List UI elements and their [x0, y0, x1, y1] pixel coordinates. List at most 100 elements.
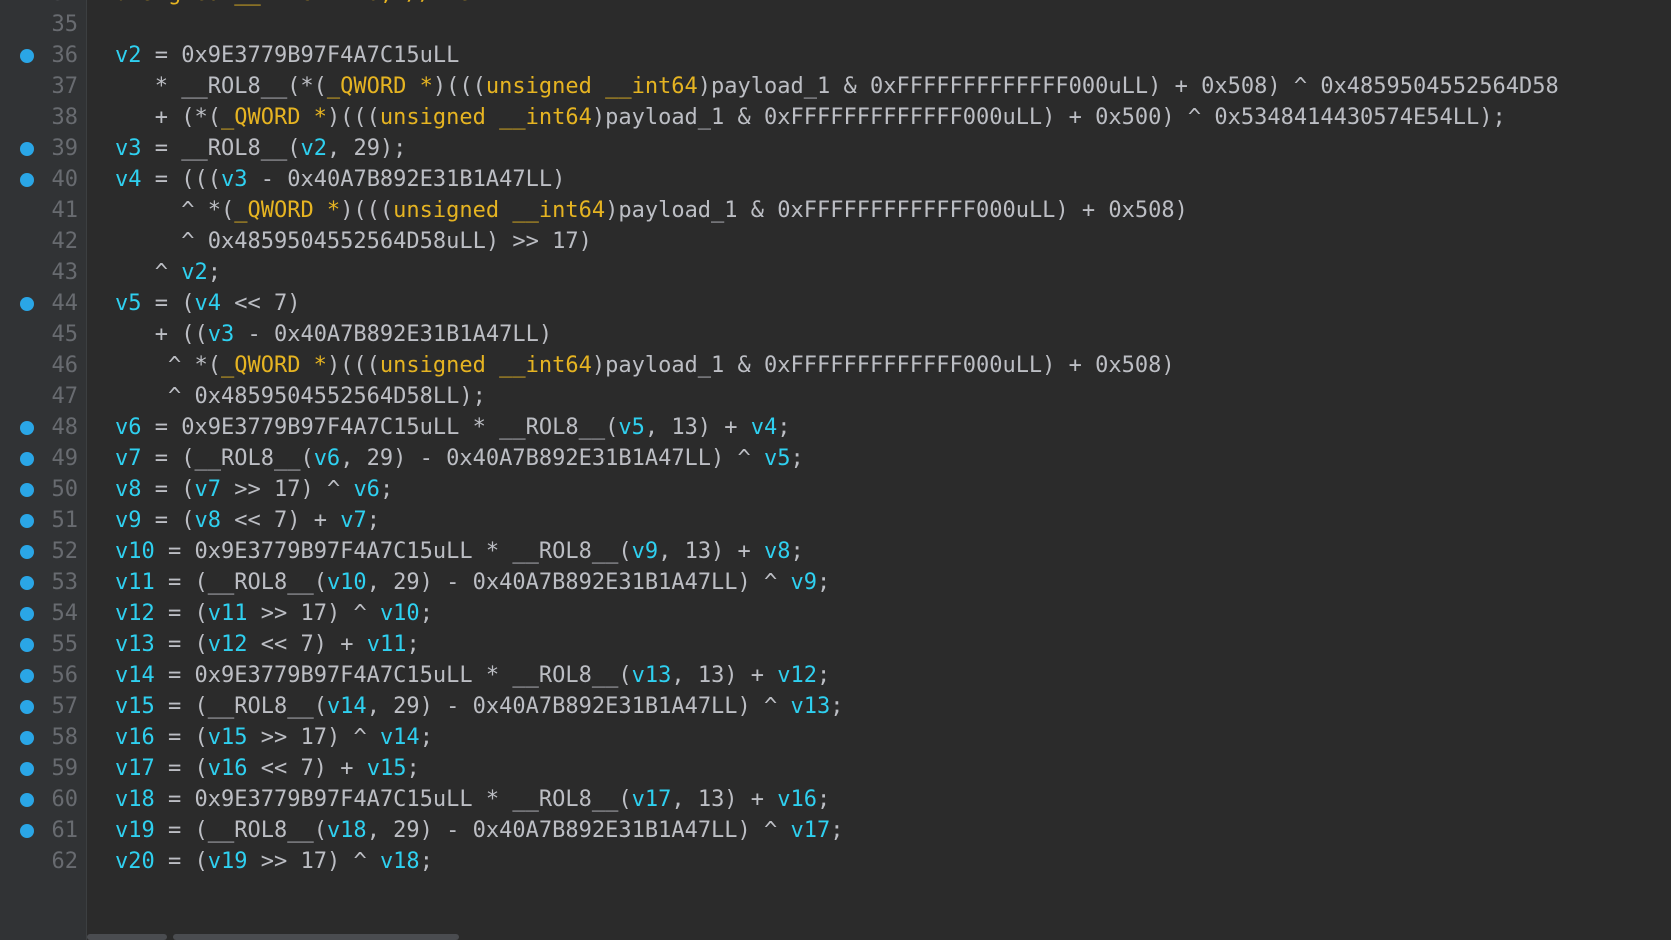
- breakpoint-icon[interactable]: [20, 514, 34, 528]
- line-number: 52: [51, 539, 79, 564]
- gutter-row[interactable]: 40: [0, 163, 86, 196]
- code-line-text: v14 = 0x9E3779B97F4A7C15uLL * __ROL8__(v…: [115, 659, 830, 692]
- scrollbar-thumb[interactable]: [87, 934, 167, 940]
- gutter-row[interactable]: 47: [0, 380, 86, 413]
- breakpoint-icon[interactable]: [20, 576, 34, 590]
- gutter-row[interactable]: 50: [0, 473, 86, 506]
- gutter-row[interactable]: 46: [0, 349, 86, 382]
- type-token: unsigned __int64: [485, 74, 698, 99]
- breakpoint-icon[interactable]: [20, 49, 34, 63]
- breakpoint-icon[interactable]: [20, 824, 34, 838]
- variable-token: v9: [115, 508, 142, 533]
- breakpoint-icon[interactable]: [20, 731, 34, 745]
- breakpoint-icon[interactable]: [20, 173, 34, 187]
- gutter-row[interactable]: 58: [0, 721, 86, 754]
- breakpoint-icon[interactable]: [20, 669, 34, 683]
- variable-token: v11: [207, 601, 248, 626]
- code-token: ;: [406, 756, 420, 781]
- code-line[interactable]: v15 = (__ROL8__(v14, 29) - 0x40A7B892E31…: [87, 690, 1671, 723]
- gutter-row[interactable]: 52: [0, 535, 86, 568]
- code-line[interactable]: v7 = (__ROL8__(v6, 29) - 0x40A7B892E31B1…: [87, 442, 1671, 475]
- breakpoint-icon[interactable]: [20, 607, 34, 621]
- code-area[interactable]: unsigned __int64 v20; // r9 v2 = 0x9E3779…: [87, 0, 1671, 940]
- code-line[interactable]: v17 = (v16 << 7) + v15;: [87, 752, 1671, 785]
- code-line[interactable]: v20 = (v19 >> 17) ^ v18;: [87, 845, 1671, 878]
- scrollbar-thumb[interactable]: [173, 934, 459, 940]
- gutter-row[interactable]: 39: [0, 132, 86, 165]
- gutter-row[interactable]: 49: [0, 442, 86, 475]
- code-line[interactable]: ^ 0x4859504552564D58LL);: [87, 380, 1671, 413]
- code-line[interactable]: v16 = (v15 >> 17) ^ v14;: [87, 721, 1671, 754]
- code-token: , 29) - 0x40A7B892E31B1A47LL) ^: [366, 818, 791, 843]
- code-line[interactable]: * __ROL8__(*(_QWORD *)(((unsigned __int6…: [87, 70, 1671, 103]
- gutter-row[interactable]: 42: [0, 225, 86, 258]
- code-line[interactable]: ^ *(_QWORD *)(((unsigned __int64)payload…: [87, 194, 1671, 227]
- code-line[interactable]: v14 = 0x9E3779B97F4A7C15uLL * __ROL8__(v…: [87, 659, 1671, 692]
- breakpoint-icon[interactable]: [20, 483, 34, 497]
- line-number: 49: [51, 446, 79, 471]
- gutter-row[interactable]: 62: [0, 845, 86, 878]
- gutter-row[interactable]: 41: [0, 194, 86, 227]
- code-line[interactable]: v6 = 0x9E3779B97F4A7C15uLL * __ROL8__(v5…: [87, 411, 1671, 444]
- variable-token: v10: [115, 539, 155, 564]
- code-line[interactable]: + (*(_QWORD *)(((unsigned __int64)payloa…: [87, 101, 1671, 134]
- code-line[interactable]: + ((v3 - 0x40A7B892E31B1A47LL): [87, 318, 1671, 351]
- gutter-row[interactable]: 55: [0, 628, 86, 661]
- gutter-row[interactable]: 44: [0, 287, 86, 320]
- gutter-row[interactable]: 61: [0, 814, 86, 847]
- code-token: << 7) +: [247, 756, 367, 781]
- gutter-row[interactable]: 43: [0, 256, 86, 289]
- code-line[interactable]: ^ v2;: [87, 256, 1671, 289]
- breakpoint-icon[interactable]: [20, 638, 34, 652]
- code-line[interactable]: v4 = (((v3 - 0x40A7B892E31B1A47LL): [87, 163, 1671, 196]
- code-line[interactable]: v3 = __ROL8__(v2, 29);: [87, 132, 1671, 165]
- breakpoint-icon[interactable]: [20, 421, 34, 435]
- gutter-row[interactable]: 35: [0, 8, 86, 41]
- code-editor[interactable]: 3435363738394041424344454647484950515253…: [0, 0, 1671, 940]
- variable-token: v17: [115, 756, 155, 781]
- code-line[interactable]: v2 = 0x9E3779B97F4A7C15uLL: [87, 39, 1671, 72]
- gutter-row[interactable]: 45: [0, 318, 86, 351]
- code-line[interactable]: v10 = 0x9E3779B97F4A7C15uLL * __ROL8__(v…: [87, 535, 1671, 568]
- code-line[interactable]: [87, 8, 1671, 41]
- gutter-row[interactable]: 36: [0, 39, 86, 72]
- breakpoint-icon[interactable]: [20, 762, 34, 776]
- code-line[interactable]: v19 = (__ROL8__(v18, 29) - 0x40A7B892E31…: [87, 814, 1671, 847]
- code-token: , 13) +: [644, 415, 751, 440]
- code-token: = 0x9E3779B97F4A7C15uLL * __ROL8__(: [141, 415, 619, 440]
- code-line[interactable]: v8 = (v7 >> 17) ^ v6;: [87, 473, 1671, 506]
- breakpoint-icon[interactable]: [20, 793, 34, 807]
- breakpoint-icon[interactable]: [20, 545, 34, 559]
- code-token: = (: [154, 849, 208, 874]
- breakpoint-icon[interactable]: [20, 142, 34, 156]
- type-token: unsigned __int64: [393, 198, 606, 223]
- code-line[interactable]: ^ 0x4859504552564D58uLL) >> 17): [87, 225, 1671, 258]
- variable-token: v3: [115, 136, 142, 161]
- breakpoint-icon[interactable]: [20, 452, 34, 466]
- gutter-row[interactable]: 56: [0, 659, 86, 692]
- gutter-row[interactable]: 38: [0, 101, 86, 134]
- code-line[interactable]: v12 = (v11 >> 17) ^ v10;: [87, 597, 1671, 630]
- variable-token: v2: [181, 260, 208, 285]
- line-number: 53: [51, 570, 79, 595]
- gutter-row[interactable]: 37: [0, 70, 86, 103]
- code-line[interactable]: ^ *(_QWORD *)(((unsigned __int64)payload…: [87, 349, 1671, 382]
- code-line[interactable]: v9 = (v8 << 7) + v7;: [87, 504, 1671, 537]
- line-number-gutter[interactable]: 3435363738394041424344454647484950515253…: [0, 0, 87, 940]
- breakpoint-icon[interactable]: [20, 700, 34, 714]
- gutter-row[interactable]: 60: [0, 783, 86, 816]
- code-line[interactable]: v13 = (v12 << 7) + v11;: [87, 628, 1671, 661]
- code-token: ^ *(: [115, 198, 235, 223]
- code-line[interactable]: v5 = (v4 << 7): [87, 287, 1671, 320]
- gutter-row[interactable]: 57: [0, 690, 86, 723]
- gutter-row[interactable]: 59: [0, 752, 86, 785]
- gutter-row[interactable]: 48: [0, 411, 86, 444]
- horizontal-scrollbar[interactable]: [87, 932, 1671, 940]
- breakpoint-icon[interactable]: [20, 297, 34, 311]
- gutter-row[interactable]: 51: [0, 504, 86, 537]
- code-token: , 29) - 0x40A7B892E31B1A47LL) ^: [366, 694, 791, 719]
- code-line[interactable]: v11 = (__ROL8__(v10, 29) - 0x40A7B892E31…: [87, 566, 1671, 599]
- gutter-row[interactable]: 54: [0, 597, 86, 630]
- code-line[interactable]: v18 = 0x9E3779B97F4A7C15uLL * __ROL8__(v…: [87, 783, 1671, 816]
- gutter-row[interactable]: 53: [0, 566, 86, 599]
